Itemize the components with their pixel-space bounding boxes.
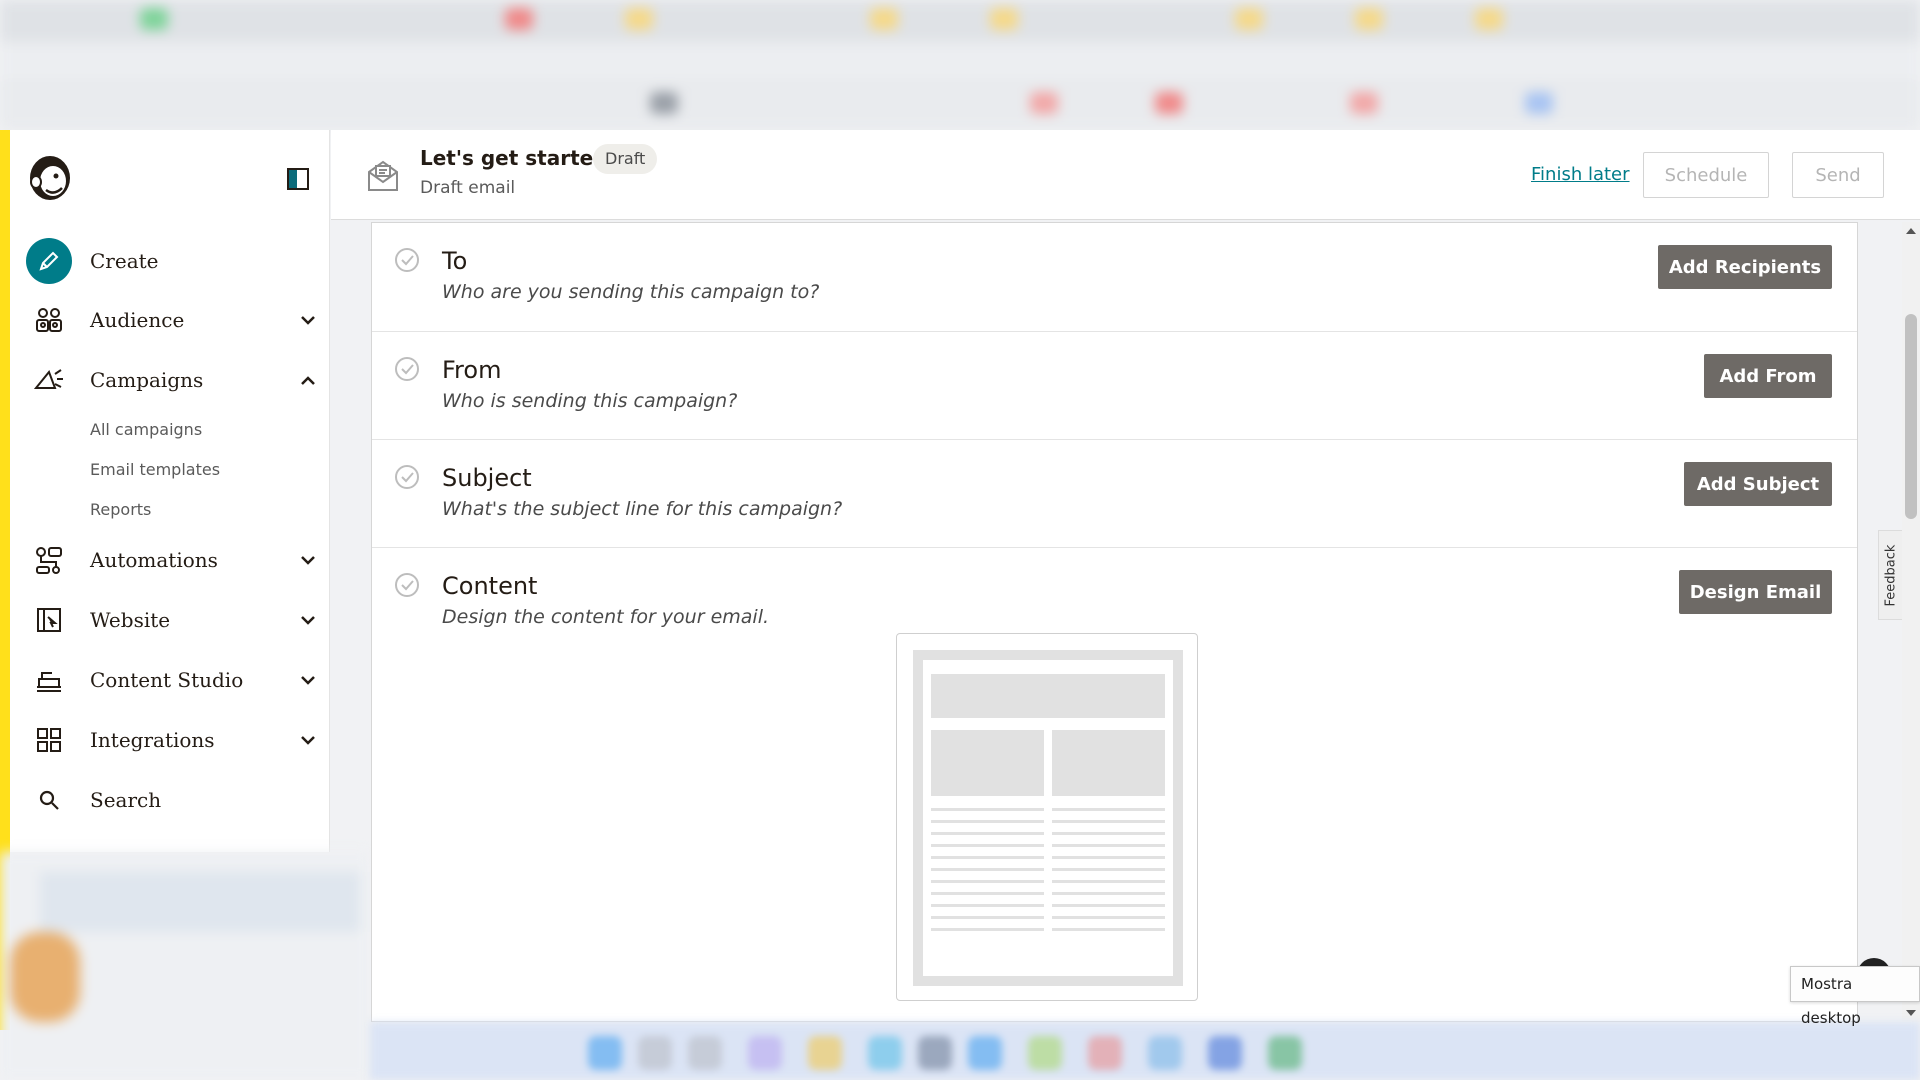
- page-subtitle: Draft email: [420, 178, 516, 198]
- sidebar-item-audience[interactable]: Audience: [26, 295, 326, 345]
- chevron-down-icon[interactable]: [298, 730, 318, 750]
- step-description: Who are you sending this campaign to?: [442, 281, 820, 303]
- feedback-label: Feedback: [1883, 544, 1899, 606]
- step-title: To: [442, 247, 468, 275]
- check-circle-icon: [394, 572, 420, 598]
- step-title: Subject: [442, 464, 532, 492]
- browser-chrome: [0, 0, 1920, 130]
- add-recipients-button[interactable]: Add Recipients: [1658, 245, 1832, 289]
- sidebar-item-label: Campaigns: [90, 368, 204, 392]
- sidebar-item-campaigns[interactable]: Campaigns: [26, 355, 326, 405]
- scrollbar-thumb[interactable]: [1905, 314, 1917, 519]
- sidebar-item-integrations[interactable]: Integrations: [26, 715, 326, 765]
- page-title: Let's get started!: [420, 146, 617, 170]
- sidebar-item-content-studio[interactable]: Content Studio: [26, 655, 326, 705]
- check-circle-icon: [394, 247, 420, 273]
- vertical-scrollbar[interactable]: [1902, 222, 1920, 1022]
- campaign-checklist: To Who are you sending this campaign to?…: [371, 222, 1858, 1022]
- sidebar-item-label: Integrations: [90, 728, 215, 752]
- sidebar-item-label: Search: [90, 788, 162, 812]
- automations-icon: [26, 537, 72, 583]
- audience-icon: [26, 297, 72, 343]
- chevron-up-icon[interactable]: [298, 370, 318, 390]
- finish-later-link[interactable]: Finish later: [1531, 164, 1630, 185]
- campaign-header: Let's get started! Draft Draft email Fin…: [331, 130, 1920, 220]
- scroll-down-arrow-icon[interactable]: [1906, 1010, 1916, 1016]
- check-circle-icon: [394, 464, 420, 490]
- sidebar-item-create[interactable]: Create: [26, 236, 326, 286]
- step-description: Design the content for your email.: [442, 606, 770, 628]
- sidebar-item-automations[interactable]: Automations: [26, 535, 326, 585]
- step-description: What's the subject line for this campaig…: [442, 498, 843, 520]
- step-description: Who is sending this campaign?: [442, 390, 738, 412]
- add-subject-button[interactable]: Add Subject: [1684, 462, 1832, 506]
- add-from-button[interactable]: Add From: [1704, 354, 1832, 398]
- sidebar-item-label: Automations: [90, 548, 218, 572]
- content-studio-icon: [26, 657, 72, 703]
- chevron-down-icon[interactable]: [298, 550, 318, 570]
- mailchimp-logo-icon[interactable]: [26, 152, 74, 202]
- step-to: To Who are you sending this campaign to?…: [372, 223, 1857, 332]
- email-template-preview[interactable]: [896, 633, 1198, 1001]
- schedule-button[interactable]: Schedule: [1643, 152, 1769, 198]
- show-desktop-tooltip: Mostra desktop: [1790, 966, 1920, 1027]
- step-title: Content: [442, 572, 538, 600]
- sidebar-item-label: Content Studio: [90, 668, 244, 692]
- step-title: From: [442, 356, 502, 384]
- status-badge: Draft: [593, 144, 658, 174]
- pencil-icon: [26, 238, 72, 284]
- desktop-background: [0, 852, 370, 1080]
- chevron-down-icon[interactable]: [298, 610, 318, 630]
- integrations-icon: [26, 717, 72, 763]
- sidebar: Create Audience Campaigns All campaigns …: [10, 130, 330, 852]
- step-subject: Subject What's the subject line for this…: [372, 440, 1857, 548]
- sidebar-item-label: Audience: [90, 308, 185, 332]
- search-icon: [26, 777, 72, 823]
- sidebar-subitem-email-templates[interactable]: Email templates: [90, 460, 220, 479]
- sidebar-collapse-icon[interactable]: [287, 168, 309, 190]
- check-circle-icon: [394, 356, 420, 382]
- design-email-button[interactable]: Design Email: [1679, 570, 1832, 614]
- sidebar-subitem-reports[interactable]: Reports: [90, 500, 151, 519]
- sidebar-subitem-all-campaigns[interactable]: All campaigns: [90, 420, 202, 439]
- sidebar-item-website[interactable]: Website: [26, 595, 326, 645]
- feedback-tab[interactable]: Feedback: [1878, 530, 1902, 620]
- megaphone-icon: [26, 357, 72, 403]
- chevron-down-icon[interactable]: [298, 670, 318, 690]
- chevron-down-icon[interactable]: [298, 310, 318, 330]
- send-button[interactable]: Send: [1792, 152, 1884, 198]
- website-icon: [26, 597, 72, 643]
- envelope-icon: [367, 158, 399, 192]
- taskbar: [370, 1022, 1920, 1080]
- step-from: From Who is sending this campaign? Add F…: [372, 332, 1857, 440]
- sidebar-item-label: Website: [90, 608, 171, 632]
- scroll-up-arrow-icon[interactable]: [1906, 228, 1916, 234]
- sidebar-item-label: Create: [90, 249, 159, 273]
- sidebar-item-search[interactable]: Search: [26, 775, 326, 825]
